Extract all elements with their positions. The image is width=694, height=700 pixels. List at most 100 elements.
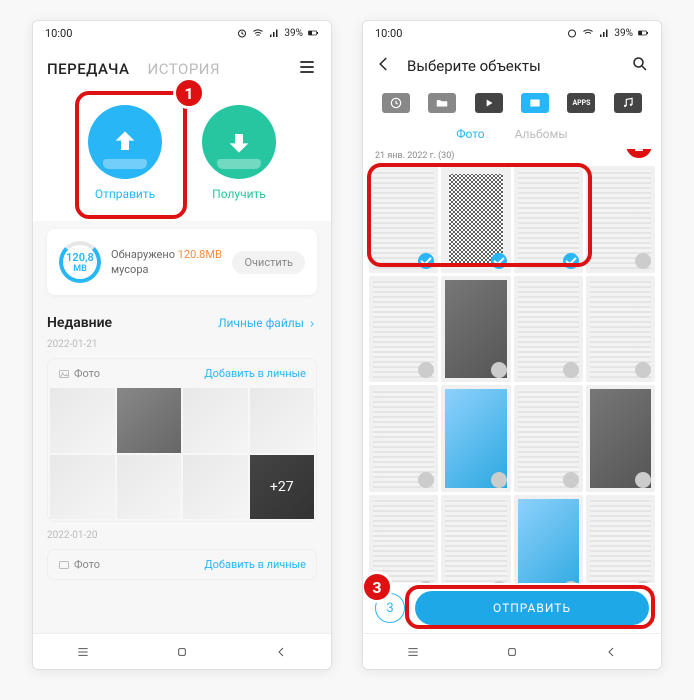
thumbnail[interactable] [183, 455, 248, 520]
battery-text: 39% [614, 28, 633, 39]
category-row: APPS [363, 87, 661, 119]
actions-row: Отправить Получить 1 [33, 95, 331, 221]
step-badge-3: 3 [362, 571, 393, 603]
status-right: 39% [236, 27, 319, 39]
cat-files[interactable] [428, 93, 456, 113]
gallery-item[interactable] [586, 276, 655, 383]
arrow-left-icon [375, 55, 393, 73]
check-icon [563, 253, 579, 269]
gallery-item[interactable] [369, 495, 438, 583]
battery-text: 39% [284, 28, 303, 39]
wifi-icon [252, 27, 264, 39]
gallery-item[interactable] [586, 385, 655, 492]
status-time: 10:00 [375, 27, 402, 40]
gallery-item[interactable] [369, 166, 438, 273]
gallery-item[interactable] [441, 166, 510, 273]
phone-transfer-screen: 10:00 39% ПЕРЕДАЧА ИСТОРИЯ Отправить [32, 20, 332, 670]
thumbnail[interactable] [50, 455, 115, 520]
search-icon [631, 55, 649, 73]
battery-icon [307, 27, 319, 39]
send-circle [88, 105, 162, 179]
storage-card: 120,8 MB Обнаружено 120.8MB мусора Очист… [47, 229, 317, 295]
phone-picker-screen: 10:00 39% Выберите объекты APPS Фото Аль… [362, 20, 662, 670]
signal-icon [598, 27, 610, 39]
menu-button[interactable] [297, 57, 317, 81]
gallery-item[interactable] [441, 276, 510, 383]
gallery-item[interactable] [369, 276, 438, 383]
subtabs: Фото Альбомы [363, 119, 661, 149]
send-label: Отправить [95, 187, 155, 201]
statusbar: 10:00 39% [363, 21, 661, 45]
date-1: 2022-01-21 [33, 337, 331, 352]
back-icon[interactable] [273, 644, 289, 660]
gallery-item[interactable] [369, 385, 438, 492]
add-personal-link[interactable]: Добавить в личные [204, 558, 306, 571]
gallery-item[interactable] [514, 166, 583, 273]
thumbnail[interactable] [117, 455, 182, 520]
tab-transfer[interactable]: ПЕРЕДАЧА [47, 60, 130, 78]
image-icon [528, 96, 542, 110]
add-personal-link[interactable]: Добавить в личные [204, 367, 306, 380]
cat-history[interactable] [382, 93, 410, 113]
personal-files-link[interactable]: Личные файлы [218, 316, 317, 330]
step-badge-1: 1 [173, 77, 205, 109]
gallery-item[interactable] [514, 495, 583, 583]
photo-card-1: Фото Добавить в личные +27 [47, 358, 317, 522]
gallery-item[interactable] [441, 385, 510, 492]
cat-images[interactable] [521, 93, 549, 113]
gallery-date: 21 янв. 2022 г. (30) [363, 149, 661, 163]
image-icon [58, 368, 70, 380]
receive-circle [202, 105, 276, 179]
chevron-right-icon [307, 319, 317, 329]
gallery-item[interactable] [514, 276, 583, 383]
check-icon [491, 362, 507, 378]
thumbnail[interactable]: +27 [250, 455, 315, 520]
alarm-icon [236, 27, 248, 39]
recent-apps-icon[interactable] [405, 644, 421, 660]
home-icon[interactable] [504, 644, 520, 660]
battery-icon [637, 27, 649, 39]
recent-apps-icon[interactable] [75, 644, 91, 660]
back-button[interactable] [375, 55, 393, 77]
receive-action[interactable]: Получить [202, 105, 276, 201]
thumbnail[interactable] [50, 388, 115, 453]
check-icon [635, 253, 651, 269]
android-navbar [33, 633, 331, 669]
date-2: 2022-01-20 [33, 528, 331, 543]
gallery-item[interactable] [586, 166, 655, 273]
subtab-photo[interactable]: Фото [456, 127, 484, 141]
signal-icon [268, 27, 280, 39]
statusbar: 10:00 39% [33, 21, 331, 45]
search-button[interactable] [631, 55, 649, 77]
check-icon [418, 362, 434, 378]
gallery-item[interactable] [514, 385, 583, 492]
send-button[interactable]: ОТПРАВИТЬ [415, 591, 649, 625]
thumbnail[interactable] [117, 388, 182, 453]
back-icon[interactable] [603, 644, 619, 660]
picker-title: Выберите объекты [407, 57, 541, 75]
cat-apps[interactable]: APPS [567, 93, 595, 113]
tab-history[interactable]: ИСТОРИЯ [148, 60, 221, 78]
gallery-item[interactable] [586, 495, 655, 583]
thumbnail[interactable] [183, 388, 248, 453]
check-icon [491, 253, 507, 269]
send-action[interactable]: Отправить [88, 105, 162, 201]
picker-header: Выберите объекты [363, 45, 661, 87]
clock-icon [389, 96, 403, 110]
gallery-body[interactable]: 21 янв. 2022 г. (30) 2 [363, 149, 661, 583]
card-type: Фото [58, 558, 100, 571]
clean-button[interactable]: Очистить [232, 251, 305, 274]
arrow-up-icon [109, 126, 141, 158]
alarm-icon [566, 27, 578, 39]
thumbnail[interactable] [250, 388, 315, 453]
home-icon[interactable] [174, 644, 190, 660]
play-icon [482, 96, 496, 110]
status-right: 39% [566, 27, 649, 39]
cat-music[interactable] [614, 93, 642, 113]
wifi-icon [582, 27, 594, 39]
android-navbar [363, 633, 661, 669]
cat-video[interactable] [475, 93, 503, 113]
status-time: 10:00 [45, 27, 72, 40]
gallery-item[interactable] [441, 495, 510, 583]
subtab-albums[interactable]: Альбомы [515, 127, 568, 141]
